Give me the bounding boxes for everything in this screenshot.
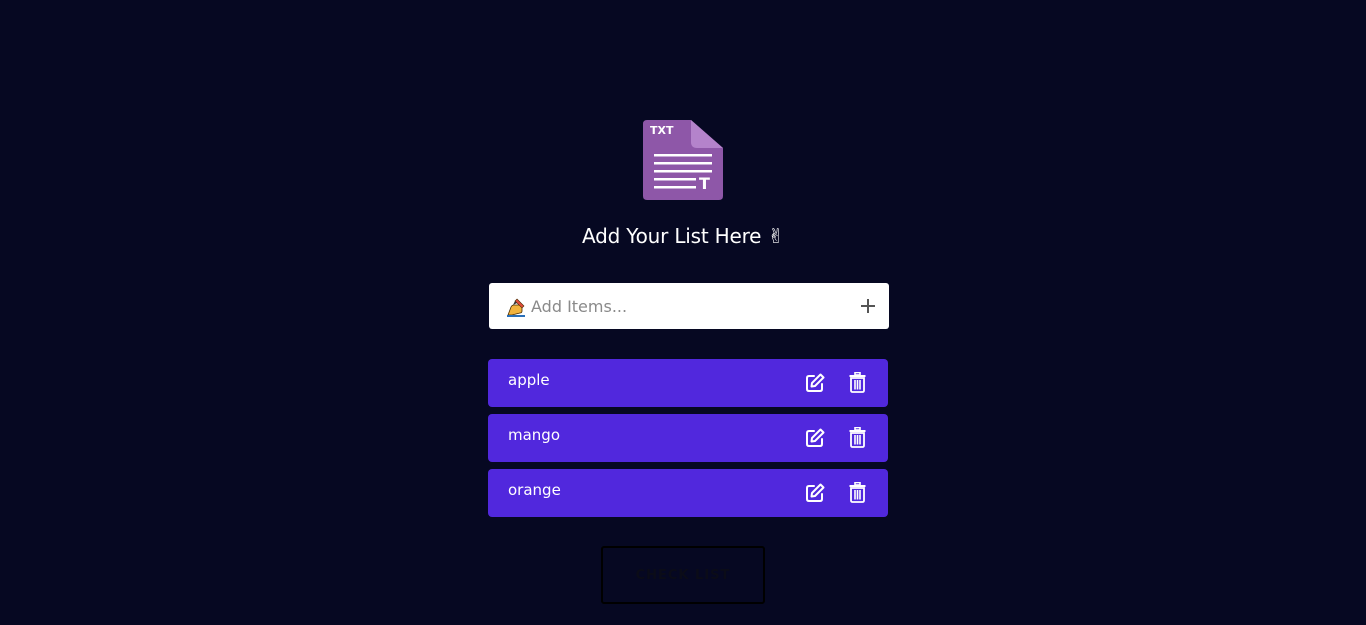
add-item-box bbox=[489, 283, 889, 329]
logo-letter: T bbox=[699, 174, 710, 193]
list-item-label: orange bbox=[508, 481, 561, 499]
app-container: TXT T Add Your List Here ✌ apple bbox=[0, 0, 1366, 625]
logo-text: TXT bbox=[650, 124, 674, 137]
list-item-label: mango bbox=[508, 426, 561, 444]
writing-hand-icon bbox=[507, 298, 525, 317]
edit-icon[interactable] bbox=[805, 373, 825, 393]
add-item-input[interactable] bbox=[531, 283, 831, 329]
edit-icon[interactable] bbox=[805, 428, 825, 448]
list-item-label: apple bbox=[508, 371, 550, 389]
check-list-button[interactable]: CHECK LIST bbox=[601, 546, 765, 604]
trash-icon[interactable] bbox=[849, 427, 866, 448]
plus-icon[interactable] bbox=[860, 298, 876, 314]
edit-icon[interactable] bbox=[805, 483, 825, 503]
list-item: orange bbox=[488, 469, 888, 517]
trash-icon[interactable] bbox=[849, 372, 866, 393]
list-item: apple bbox=[488, 359, 888, 407]
list-item: mango bbox=[488, 414, 888, 462]
page-title: Add Your List Here ✌ bbox=[582, 224, 784, 248]
trash-icon[interactable] bbox=[849, 482, 866, 503]
txt-file-icon: TXT T bbox=[643, 120, 723, 200]
